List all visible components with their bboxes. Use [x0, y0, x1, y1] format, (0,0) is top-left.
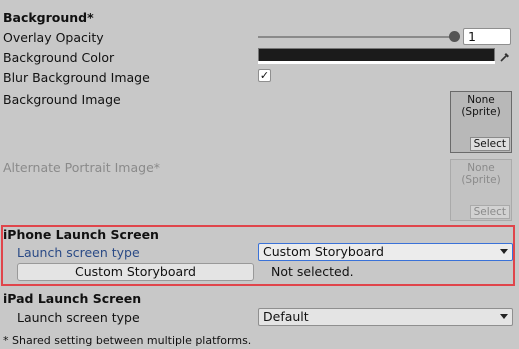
background-color-alpha-bar: [258, 61, 495, 64]
alt-portrait-select-button: Select: [469, 205, 510, 219]
background-header: Background*: [3, 10, 94, 25]
overlay-opacity-input[interactable]: 1: [463, 28, 511, 45]
overlay-opacity-slider-thumb[interactable]: [449, 31, 460, 42]
ipad-launch-header: iPad Launch Screen: [3, 291, 142, 306]
ipad-launch-type-label: Launch screen type: [17, 310, 140, 325]
ipad-launch-type-dropdown[interactable]: Default: [258, 308, 513, 326]
iphone-launch-type-value: Custom Storyboard: [263, 244, 384, 259]
custom-storyboard-button[interactable]: Custom Storyboard: [17, 263, 254, 281]
background-color-label: Background Color: [3, 50, 115, 65]
overlay-opacity-slider-track[interactable]: [258, 36, 454, 38]
eyedropper-icon[interactable]: [496, 48, 513, 65]
iphone-launch-header: iPhone Launch Screen: [3, 227, 159, 242]
ipad-launch-type-value: Default: [263, 309, 309, 324]
alt-portrait-label: Alternate Portrait Image*: [3, 160, 161, 175]
background-image-none-text: None: [467, 94, 495, 106]
background-image-sprite-field[interactable]: None (Sprite) Select: [450, 91, 512, 153]
blur-background-checkbox[interactable]: ✓: [258, 69, 271, 82]
blur-background-label: Blur Background Image: [3, 70, 150, 85]
storyboard-status: Not selected.: [271, 264, 354, 279]
alt-portrait-type-text: (Sprite): [461, 174, 501, 186]
background-image-type-text: (Sprite): [461, 106, 501, 118]
chevron-down-icon: [500, 314, 508, 319]
background-image-select-button[interactable]: Select: [469, 137, 510, 151]
chevron-down-icon: [500, 249, 508, 254]
alt-portrait-none-text: None: [467, 162, 495, 174]
alt-portrait-sprite-field: None (Sprite) Select: [450, 159, 512, 221]
overlay-opacity-label: Overlay Opacity: [3, 30, 104, 45]
shared-setting-footnote: * Shared setting between multiple platfo…: [3, 334, 252, 347]
iphone-launch-type-label: Launch screen type: [17, 245, 140, 260]
background-image-label: Background Image: [3, 92, 121, 107]
iphone-launch-type-dropdown[interactable]: Custom Storyboard: [258, 243, 513, 261]
